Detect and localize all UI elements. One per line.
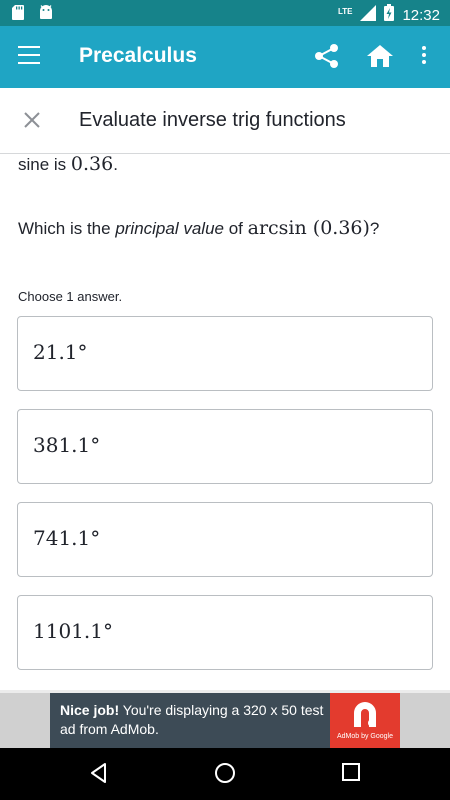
home-nav-icon[interactable] (214, 762, 236, 789)
status-bar: LTE 12:32 (0, 0, 450, 26)
ad-bold-text: Nice job! (60, 702, 120, 718)
recents-icon[interactable] (341, 762, 361, 787)
menu-icon[interactable] (18, 46, 40, 64)
screen: LTE 12:32 Precalculus Evaluate inverse t… (0, 0, 450, 800)
answer-choice-value: 381.1° (33, 433, 101, 457)
question-math: arcsin (0.36) (247, 217, 370, 239)
question-text: Which is the principal value of arcsin (… (18, 217, 379, 239)
app-title: Precalculus (79, 44, 197, 67)
exercise-header: Evaluate inverse trig functions (0, 88, 450, 154)
answer-choice-4[interactable]: 1101.1° (17, 595, 433, 670)
signal-icon (360, 4, 377, 26)
exercise-content: sine is 0.36. Which is the principal val… (0, 155, 450, 690)
network-type: LTE (337, 6, 353, 16)
previous-math: 0.36 (70, 155, 114, 175)
home-icon[interactable] (366, 44, 394, 73)
answer-choice-3[interactable]: 741.1° (17, 502, 433, 577)
answer-choice-value: 741.1° (33, 526, 101, 550)
question-prefix: Which is the (18, 219, 116, 238)
answer-choice-1[interactable]: 21.1° (17, 316, 433, 391)
answer-choice-value: 21.1° (33, 340, 88, 364)
question-suffix: ? (369, 219, 380, 238)
exercise-title: Evaluate inverse trig functions (79, 109, 346, 131)
choose-instructions: Choose 1 answer. (18, 289, 123, 304)
question-middle: of (224, 219, 248, 238)
sd-card-icon (12, 5, 24, 25)
android-icon (38, 5, 54, 25)
question-emphasis: principal value (115, 219, 224, 238)
previous-text-line: sine is 0.36. (18, 155, 118, 175)
more-vert-icon[interactable] (420, 46, 428, 67)
app-bar: Precalculus (0, 26, 450, 88)
battery-charging-icon (384, 4, 395, 26)
admob-icon (350, 699, 380, 734)
ad-text: Nice job! You're displaying a 320 x 50 t… (60, 701, 325, 739)
test-ad[interactable]: Nice job! You're displaying a 320 x 50 t… (50, 693, 400, 748)
admob-brand-text: AdMob by Google (336, 733, 394, 740)
share-icon[interactable] (314, 43, 340, 74)
previous-text: sine is (18, 155, 71, 174)
back-icon[interactable] (88, 762, 110, 789)
clock: 12:32 (402, 6, 440, 24)
system-nav-bar (0, 748, 450, 800)
close-icon[interactable] (22, 110, 42, 135)
answer-choice-2[interactable]: 381.1° (17, 409, 433, 484)
ad-banner: Nice job! You're displaying a 320 x 50 t… (0, 693, 450, 748)
answer-choice-value: 1101.1° (33, 619, 113, 643)
previous-end: . (113, 155, 118, 174)
admob-logo: AdMob by Google (330, 693, 400, 748)
